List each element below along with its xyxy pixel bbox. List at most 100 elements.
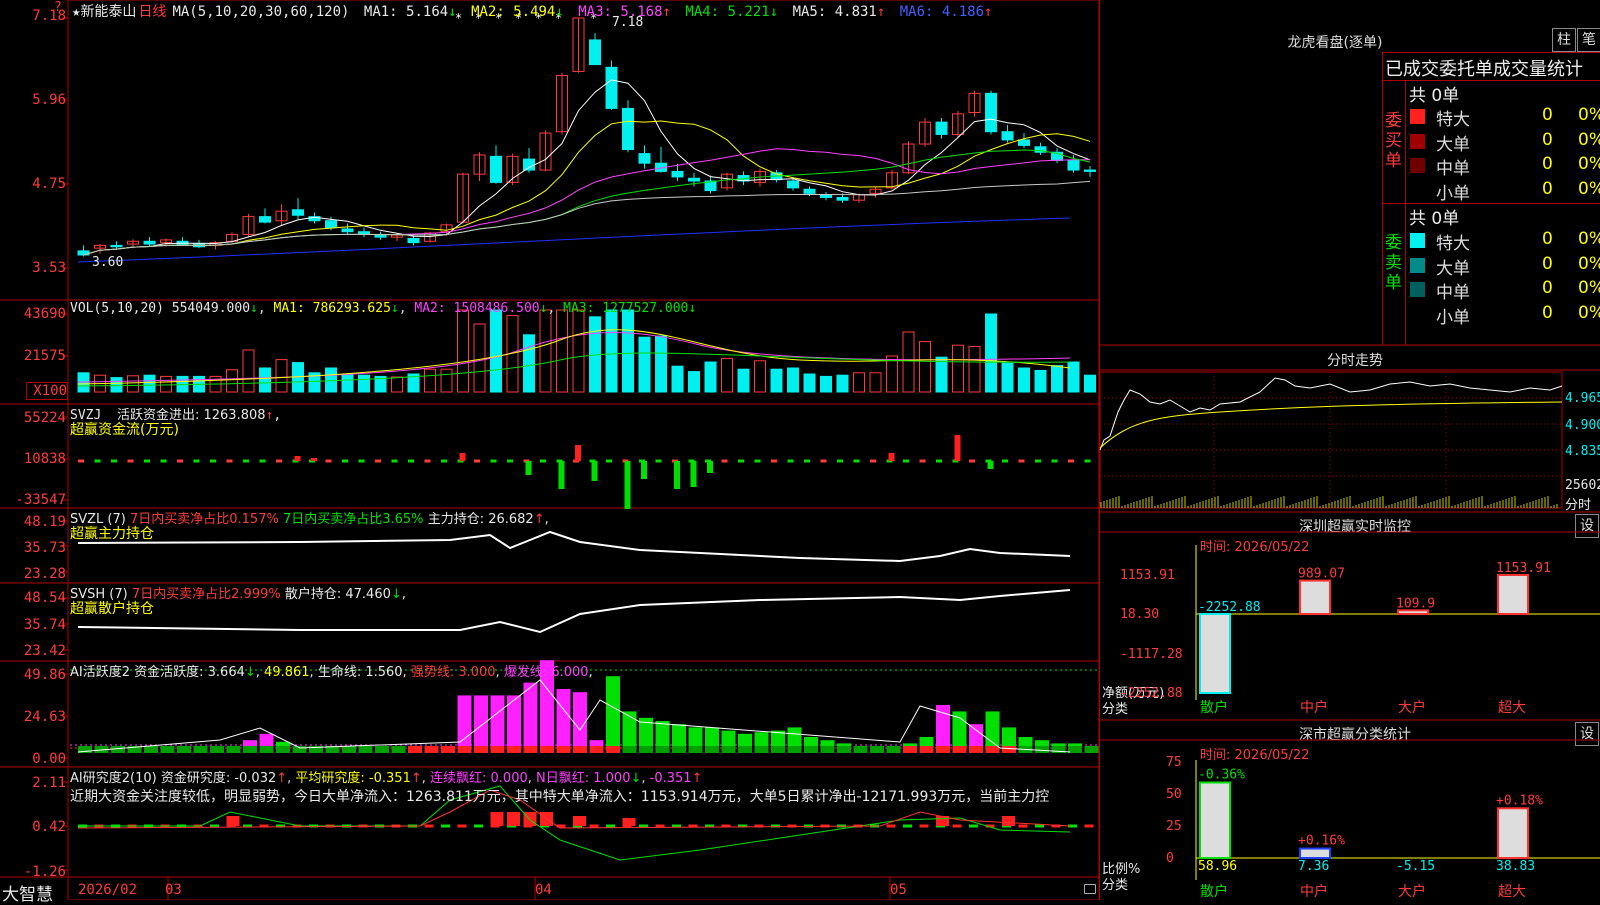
price-axis-label: 5.96 [32, 92, 66, 108]
activity-base [490, 746, 505, 753]
volume-bar [1084, 374, 1096, 393]
volume-bar [143, 374, 156, 393]
volume-bar [259, 367, 271, 393]
volume-bar [325, 367, 337, 393]
activity-base [391, 746, 406, 753]
activity-base [705, 746, 719, 753]
volume-bar [770, 368, 783, 393]
order-percent: 0% [1578, 154, 1600, 174]
volume-bar [919, 341, 931, 393]
order-count: 0 [1542, 229, 1553, 249]
research-bar [573, 816, 586, 826]
activity-base [738, 746, 752, 753]
column-view-button[interactable]: 柱 [1552, 28, 1576, 52]
svsh-axis-label: 35.74 [23, 617, 66, 633]
volume-bar [622, 309, 634, 393]
ma2-value: MA2: 5.494↓ [471, 4, 564, 20]
volume-bar [803, 373, 816, 393]
stock-name: 新能泰山 [80, 4, 137, 20]
activity-bar [606, 676, 620, 753]
color-swatch [1410, 133, 1425, 149]
activity-base [226, 746, 241, 753]
svzj-bar [525, 461, 532, 475]
monitor-time: 时间: 2026/05/22 [1200, 540, 1310, 555]
svsh-axis-label: 48.54 [23, 590, 66, 606]
svzj-bar [311, 458, 317, 461]
buy-total: 共 0单 [1409, 86, 1460, 106]
volume-bar [226, 369, 238, 393]
svsh-axis-label: 23.42 [23, 643, 66, 659]
peak-price-label: 7.18 [612, 15, 644, 30]
svzl-line [77, 530, 1071, 563]
vol-unit-label[interactable]: X100 [26, 382, 68, 400]
ai-res-axis-label: -1.26 [23, 864, 66, 880]
activity-base [540, 746, 554, 753]
vol-axis-label: 21575 [23, 348, 66, 364]
order-count: 0 [1542, 105, 1553, 125]
class-title: 深市超赢分类统计 [1299, 727, 1411, 743]
ai2-header: AI活跃度2 资金活跃度: 3.664↓, 49.861, 生命线: 1.560… [70, 665, 593, 680]
order-percent: 0% [1578, 278, 1600, 298]
lock-icon[interactable] [1084, 884, 1096, 894]
volume-bar [556, 309, 568, 393]
sell-side-label: 委卖单 [1385, 233, 1402, 293]
svzj-bar [624, 461, 631, 509]
pen-view-button[interactable]: 笔 [1577, 28, 1600, 52]
volume-bar [457, 309, 469, 393]
vol-header: VOL(5,10,20) 554049.000↓, MA1: 786293.62… [70, 301, 697, 316]
svzj-sub: 超赢资金流(万元) [70, 422, 179, 438]
volume-bar [1051, 365, 1063, 393]
svzj-bar [987, 461, 994, 469]
activity-base [589, 746, 604, 753]
volume-bar [473, 323, 486, 393]
activity-base [358, 746, 373, 753]
research-bar [507, 812, 520, 826]
fs-label: 分时 [1565, 498, 1592, 513]
order-count: 0 [1542, 253, 1553, 274]
ai2-axis-label: 24.63 [23, 709, 66, 725]
volume-bar [853, 372, 865, 393]
monitor-title: 深圳超赢实时监控 [1299, 519, 1411, 535]
order-size-label: 小单 [1436, 183, 1470, 204]
activity-base [292, 746, 307, 753]
volume-bar [1018, 367, 1030, 393]
order-percent: 0% [1578, 229, 1600, 249]
candle-body [605, 66, 618, 109]
svzj-bar [707, 461, 713, 473]
svzj-bar [641, 461, 647, 479]
volume-bar [1001, 362, 1014, 393]
volume-bar [721, 357, 733, 393]
order-count: 0 [1542, 129, 1553, 150]
activity-base [243, 746, 257, 753]
chart-canvas[interactable]: * * * * * * * [0, 0, 1100, 900]
lh-title: 龙虎看盘(逐单) [1287, 35, 1383, 51]
volume-bar [275, 359, 288, 393]
period-label[interactable]: 日线 [138, 4, 166, 20]
svzj-bar [954, 435, 961, 461]
volume-bar [539, 309, 552, 393]
activity-base [969, 746, 983, 753]
ma-def: MA(5,10,20,30,60,120) [172, 4, 350, 20]
order-percent: 0% [1578, 302, 1600, 323]
intraday-title: 分时走势 [1327, 353, 1383, 369]
chart-frame [67, 0, 1100, 900]
activity-base [457, 746, 472, 753]
price-axis-label: 7.18 [32, 8, 66, 24]
brand-label[interactable]: 大智慧 [2, 880, 53, 905]
volume-bar [737, 368, 750, 393]
svzl-sub: 超赢主力持仓 [70, 526, 154, 542]
ai2-axis-label: 49.86 [23, 667, 66, 683]
volume-bar [358, 374, 370, 393]
ma1-value: MA1: 5.164↓ [363, 4, 457, 20]
candle-body [622, 107, 634, 151]
activity-base [507, 746, 521, 753]
class-settings-button[interactable]: 设 [1575, 722, 1599, 746]
activity-base [886, 746, 901, 753]
activity-base [424, 746, 439, 753]
sell-order-row: 大单 0 0% [1410, 253, 1600, 279]
candle-body [803, 188, 816, 194]
monitor-settings-button[interactable]: 设 [1575, 514, 1599, 538]
main-chart-area[interactable]: * * * * * * * ★新能泰山 日线 MA(5,10,20,30,60,120) MA1… [0, 0, 1100, 905]
volume-bar [952, 344, 964, 393]
ma-line [83, 149, 1091, 256]
